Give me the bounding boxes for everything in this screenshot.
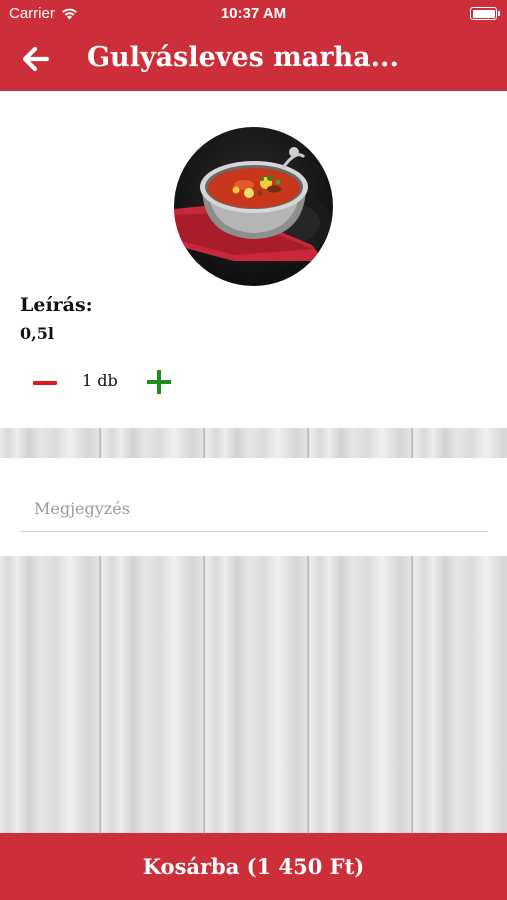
- back-button[interactable]: [22, 46, 54, 74]
- nav-bar: Gulyásleves marha...: [0, 28, 507, 91]
- decrease-quantity-button[interactable]: [32, 371, 58, 395]
- description-heading: Leírás:: [20, 294, 93, 316]
- description-text: 0,5l: [20, 324, 54, 343]
- goulash-soup-photo: [174, 147, 333, 263]
- minus-icon: [33, 381, 57, 385]
- note-input[interactable]: [20, 486, 488, 532]
- product-image: [174, 127, 333, 286]
- note-card: [0, 458, 507, 556]
- arrow-left-icon: [22, 46, 50, 72]
- page-title: Gulyásleves marha...: [87, 42, 399, 73]
- add-to-cart-button[interactable]: Kosárba (1 450 Ft): [0, 833, 507, 900]
- product-card: Leírás: 0,5l 1 db: [0, 91, 507, 428]
- battery-icon: [470, 7, 500, 20]
- quantity-value: 1 db: [82, 371, 118, 390]
- status-bar: Carrier 10:37 AM: [0, 0, 507, 28]
- status-time: 10:37 AM: [220, 5, 287, 22]
- quantity-stepper: 1 db: [0, 363, 250, 403]
- increase-quantity-button[interactable]: [146, 369, 172, 395]
